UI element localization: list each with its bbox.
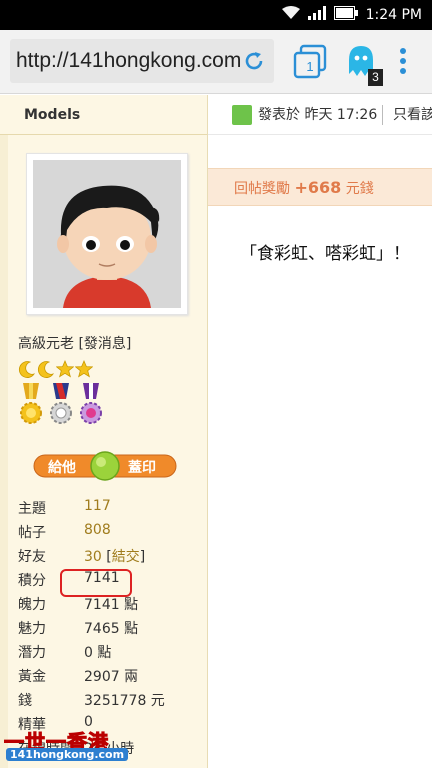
post-meta: 發表於 昨天 17:26 — [258, 107, 378, 123]
reload-icon[interactable] — [242, 49, 266, 73]
battery-icon — [333, 6, 358, 24]
only-view-author-link[interactable]: 只看該 — [393, 95, 432, 134]
moon-icon — [37, 361, 54, 378]
stat-value-friends: 30 [結交] — [84, 549, 146, 565]
stat-key: 主題 — [18, 501, 46, 517]
give-label: 給他 — [48, 460, 76, 476]
stat-value: 2907 兩 — [84, 669, 139, 685]
medal-list — [18, 383, 104, 427]
stat-key: 積分 — [18, 573, 46, 589]
stat-row-posts: 帖子 808 — [18, 519, 208, 543]
stat-row-topics: 主題 117 — [18, 495, 208, 519]
url-text[interactable]: http://141hongkong.com — [16, 49, 242, 73]
stat-value: 7141 點 — [84, 597, 139, 613]
wifi-icon — [281, 6, 300, 24]
avatar[interactable] — [26, 153, 188, 315]
site-watermark: 一世一香港 141hongkong.com — [0, 726, 130, 768]
stamp-label: 蓋印 — [128, 460, 156, 476]
sun-medal-icon[interactable] — [18, 383, 44, 427]
address-bar[interactable]: http://141hongkong.com — [10, 39, 274, 83]
stat-value: 3251778 元 — [84, 693, 165, 709]
rank-stars — [18, 360, 93, 378]
reply-reward-banner: 回帖獎勵 +668 元錢 — [208, 168, 432, 206]
stat-value: 0 點 — [84, 645, 112, 661]
stat-value: 7465 點 — [84, 621, 139, 637]
moon-icon — [18, 361, 35, 378]
user-sidebar: Models 高級元老 [發消息] 給他 蓋印 主題 117 帖子 808 好友… — [0, 95, 208, 768]
sidebar-strip — [0, 135, 8, 768]
credits-highlight-annotation — [60, 569, 132, 597]
post-content: 「食彩虹、嗒彩虹」！ — [240, 244, 410, 264]
star-icon — [56, 360, 74, 378]
stat-value-link[interactable]: 117 — [84, 498, 111, 514]
reward-suffix: 元錢 — [345, 181, 374, 197]
purple-medal-icon[interactable] — [78, 383, 104, 427]
overflow-menu-icon[interactable] — [396, 48, 410, 78]
stat-row-gold: 黃金 2907 兩 — [18, 663, 208, 687]
stat-row-potential: 潛力 0 點 — [18, 639, 208, 663]
status-bar: 1:24 PM — [0, 0, 432, 30]
flower-medal-icon[interactable] — [48, 383, 74, 427]
post-area: 發表於 昨天 17:26 只看該 回帖獎勵 +668 元錢 「食彩虹、嗒彩虹」！ — [208, 95, 432, 768]
stat-key: 潛力 — [18, 645, 46, 661]
send-message-link[interactable]: 發消息 — [84, 336, 126, 352]
stat-row-charm: 魅力 7465 點 — [18, 615, 208, 639]
reward-prefix: 回帖獎勵 — [234, 181, 290, 197]
post-header: 發表於 昨天 17:26 只看該 — [208, 95, 432, 135]
stat-row-friends: 好友 30 [結交] — [18, 543, 208, 567]
stat-key: 黃金 — [18, 669, 46, 685]
tabs-button[interactable]: 1 — [291, 44, 329, 82]
user-stats: 主題 117 帖子 808 好友 30 [結交] 積分 7141 魄力 7141… — [18, 495, 208, 759]
status-time: 1:24 PM — [365, 7, 422, 23]
stat-key: 好友 — [18, 549, 46, 565]
stat-key: 魄力 — [18, 597, 46, 613]
stat-value-link[interactable]: 808 — [84, 522, 111, 538]
username[interactable]: Models — [0, 95, 207, 135]
stat-key: 錢 — [18, 693, 32, 709]
friends-count-link[interactable]: 30 — [84, 549, 102, 565]
avatar-image — [33, 160, 181, 308]
stat-key: 帖子 — [18, 525, 46, 541]
forum-page: Models 高級元老 [發消息] 給他 蓋印 主題 117 帖子 808 好友… — [0, 95, 432, 768]
post-status-icon — [232, 105, 252, 125]
ghost-badge-count: 3 — [368, 69, 383, 86]
user-rank: 高級元老 — [18, 336, 74, 352]
tab-count: 1 — [306, 59, 314, 74]
user-rank-line: 高級元老 [發消息] — [18, 336, 132, 352]
add-friend-link[interactable]: 結交 — [112, 549, 140, 565]
stat-key: 魅力 — [18, 621, 46, 637]
watermark-url: 141hongkong.com — [6, 748, 129, 761]
stat-row-money: 錢 3251778 元 — [18, 687, 208, 711]
star-icon — [75, 360, 93, 378]
signal-icon — [307, 6, 326, 24]
reward-amount: +668 — [294, 178, 342, 197]
divider — [382, 105, 383, 125]
give-stamp-button[interactable]: 給他 蓋印 — [32, 451, 178, 481]
